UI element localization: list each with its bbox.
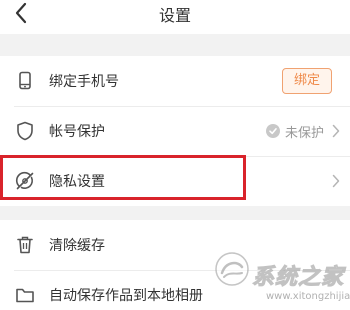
trash-icon — [14, 234, 36, 256]
settings-item-privacy[interactable]: 隐私设置 — [0, 156, 350, 206]
phone-icon — [14, 70, 36, 92]
settings-item-label: 清除缓存 — [49, 238, 105, 254]
bind-phone-button[interactable]: 绑定 — [282, 68, 332, 94]
settings-group-storage: 清除缓存 自动保存作品到本地相册 — [0, 220, 350, 310]
settings-item-label: 自动保存作品到本地相册 — [49, 288, 203, 304]
settings-item-label: 隐私设置 — [49, 174, 105, 190]
settings-item-label: 绑定手机号 — [49, 74, 119, 90]
settings-item-clear-cache[interactable]: 清除缓存 — [0, 220, 350, 270]
privacy-icon — [14, 170, 36, 192]
settings-item-bind-phone[interactable]: 绑定手机号 绑定 — [0, 56, 350, 106]
check-circle-icon — [265, 124, 280, 138]
settings-item-label: 帐号保护 — [49, 124, 105, 140]
shield-icon — [14, 120, 36, 142]
folder-icon — [14, 284, 36, 306]
chevron-right-icon — [332, 174, 340, 188]
nav-bar: 设置 — [0, 0, 350, 34]
page-title: 设置 — [158, 6, 191, 25]
chevron-right-icon — [332, 124, 340, 138]
protection-status: 未保护 — [265, 122, 324, 141]
settings-screen: 设置 绑定手机号 绑定 帐号保护 未保护 隐私设置 清除缓存 自动保存作品到本地… — [0, 0, 350, 310]
settings-item-auto-save[interactable]: 自动保存作品到本地相册 — [0, 270, 350, 310]
settings-group-account: 绑定手机号 绑定 帐号保护 未保护 隐私设置 — [0, 56, 350, 206]
status-text: 未保护 — [284, 125, 324, 141]
settings-item-account-protection[interactable]: 帐号保护 未保护 — [0, 106, 350, 156]
